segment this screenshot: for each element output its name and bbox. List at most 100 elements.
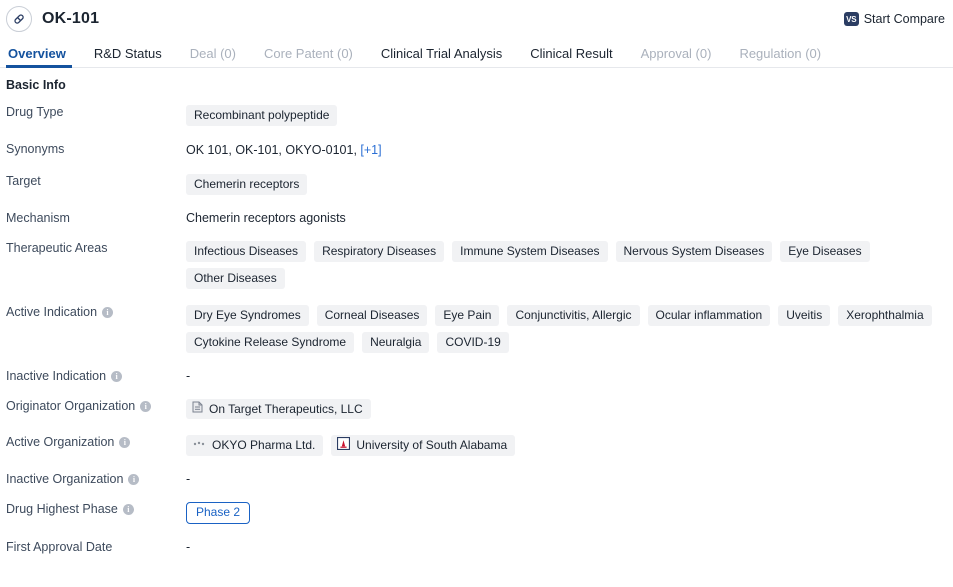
info-icon[interactable]: i <box>122 503 134 515</box>
label-text: First Approval Date <box>6 540 113 554</box>
value-originator-organization: On Target Therapeutics, LLC <box>186 397 953 419</box>
label-text: Mechanism <box>6 211 70 225</box>
tag-item[interactable]: Chemerin receptors <box>186 174 308 195</box>
org-list-originator: On Target Therapeutics, LLC <box>186 399 953 419</box>
tag-list-target: Chemerin receptors <box>186 174 953 195</box>
value-inactive-indication: - <box>186 369 191 383</box>
org-list-active: OKYO Pharma Ltd. University of South Ala… <box>186 435 953 456</box>
page-header: OK-101 VS Start Compare <box>0 0 953 38</box>
tag-item[interactable]: Uveitis <box>778 305 831 326</box>
tag-item[interactable]: Ocular inflammation <box>647 305 771 326</box>
value-target: Chemerin receptors <box>186 172 953 195</box>
info-icon[interactable]: i <box>111 370 123 382</box>
org-name: OKYO Pharma Ltd. <box>212 438 316 452</box>
usa-crest-logo-icon <box>337 436 351 453</box>
tag-item[interactable]: Conjunctivitis, Allergic <box>507 305 640 326</box>
tag-item[interactable]: Eye Diseases <box>780 241 870 262</box>
value-synonyms: OK 101, OK-101, OKYO-0101, [+1] <box>186 140 953 158</box>
row-therapeutic-areas: Therapeutic Areas Infectious Diseases Re… <box>0 239 953 289</box>
value-drug-highest-phase: Phase 2 <box>186 500 953 524</box>
label-mechanism: Mechanism <box>6 209 186 225</box>
row-mechanism: Mechanism Chemerin receptors agonists <box>0 209 953 225</box>
tab-bar: Overview R&D Status Deal (0) Core Patent… <box>0 38 953 68</box>
label-text: Active Indication <box>6 305 98 319</box>
info-icon[interactable]: i <box>119 436 131 448</box>
value-active-organization: OKYO Pharma Ltd. University of South Ala… <box>186 433 953 456</box>
label-text: Active Organization <box>6 435 115 449</box>
tab-approval[interactable]: Approval (0) <box>627 46 726 68</box>
org-item[interactable]: On Target Therapeutics, LLC <box>186 399 371 419</box>
value-inactive-organization: - <box>186 472 191 486</box>
value-drug-type: Recombinant polypeptide <box>186 103 953 126</box>
row-first-approval-date: First Approval Date - <box>0 538 953 554</box>
row-inactive-organization: Inactive Organization i - <box>0 470 953 486</box>
tab-deal[interactable]: Deal (0) <box>176 46 250 68</box>
tag-item[interactable]: Other Diseases <box>186 268 285 289</box>
start-compare-label: Start Compare <box>863 12 945 26</box>
start-compare-button[interactable]: VS Start Compare <box>843 12 945 26</box>
label-text: Originator Organization <box>6 399 136 413</box>
tag-item[interactable]: Respiratory Diseases <box>314 241 445 262</box>
row-drug-type: Drug Type Recombinant polypeptide <box>0 103 953 126</box>
label-inactive-organization: Inactive Organization i <box>6 470 186 486</box>
info-icon[interactable]: i <box>102 306 114 318</box>
org-name: University of South Alabama <box>356 438 508 452</box>
value-active-indication: Dry Eye Syndromes Corneal Diseases Eye P… <box>186 303 953 353</box>
label-text: Inactive Indication <box>6 369 107 383</box>
row-inactive-indication: Inactive Indication i - <box>0 367 953 383</box>
tag-item[interactable]: Corneal Diseases <box>316 305 428 326</box>
tab-regulation[interactable]: Regulation (0) <box>725 46 835 68</box>
tag-item[interactable]: Eye Pain <box>435 305 500 326</box>
info-icon[interactable]: i <box>128 473 140 485</box>
page-title: OK-101 <box>42 10 100 27</box>
label-target: Target <box>6 172 186 188</box>
value-therapeutic-areas: Infectious Diseases Respiratory Diseases… <box>186 239 953 289</box>
org-item[interactable]: OKYO Pharma Ltd. <box>186 435 324 456</box>
label-text: Therapeutic Areas <box>6 241 108 255</box>
label-text: Synonyms <box>6 142 65 156</box>
label-drug-highest-phase: Drug Highest Phase i <box>6 500 186 516</box>
tag-item[interactable]: Recombinant polypeptide <box>186 105 338 126</box>
label-active-organization: Active Organization i <box>6 433 186 449</box>
label-therapeutic-areas: Therapeutic Areas <box>6 239 186 255</box>
document-logo-icon <box>192 401 203 416</box>
phase-badge[interactable]: Phase 2 <box>186 502 251 524</box>
label-text: Inactive Organization <box>6 472 124 486</box>
tab-clinical-trial-analysis[interactable]: Clinical Trial Analysis <box>367 46 516 68</box>
row-active-indication: Active Indication i Dry Eye Syndromes Co… <box>0 303 953 353</box>
tag-item[interactable]: Cytokine Release Syndrome <box>186 332 355 353</box>
overview-content: Basic Info Drug Type Recombinant polypep… <box>0 68 953 554</box>
tag-item[interactable]: Dry Eye Syndromes <box>186 305 309 326</box>
row-synonyms: Synonyms OK 101, OK-101, OKYO-0101, [+1] <box>0 140 953 158</box>
tab-clinical-result[interactable]: Clinical Result <box>516 46 626 68</box>
tag-item[interactable]: Xerophthalmia <box>838 305 932 326</box>
row-drug-highest-phase: Drug Highest Phase i Phase 2 <box>0 500 953 524</box>
row-target: Target Chemerin receptors <box>0 172 953 195</box>
org-item[interactable]: University of South Alabama <box>331 435 516 456</box>
tag-item[interactable]: Immune System Diseases <box>452 241 608 262</box>
value-first-approval-date: - <box>186 540 191 554</box>
row-originator-organization: Originator Organization i On Target Ther… <box>0 397 953 419</box>
label-first-approval-date: First Approval Date <box>6 538 186 554</box>
label-text: Target <box>6 174 41 188</box>
synonyms-text: OK 101, OK-101, OKYO-0101, <box>186 143 361 157</box>
tag-item[interactable]: Neuralgia <box>362 332 430 353</box>
label-synonyms: Synonyms <box>6 140 186 156</box>
label-inactive-indication: Inactive Indication i <box>6 367 186 383</box>
label-text: Drug Type <box>6 105 64 119</box>
synonyms-more-link[interactable]: [+1] <box>360 143 381 157</box>
tag-item[interactable]: Nervous System Diseases <box>615 241 773 262</box>
vs-badge-icon: VS <box>843 12 859 26</box>
tab-rd-status[interactable]: R&D Status <box>80 46 176 68</box>
org-name: On Target Therapeutics, LLC <box>209 401 363 416</box>
tag-list-therapeutic-areas: Infectious Diseases Respiratory Diseases… <box>186 241 953 289</box>
label-text: Drug Highest Phase <box>6 502 118 516</box>
tag-item[interactable]: Infectious Diseases <box>186 241 307 262</box>
row-active-organization: Active Organization i OKYO Pharma Ltd. U… <box>0 433 953 456</box>
tab-core-patent[interactable]: Core Patent (0) <box>250 46 367 68</box>
tag-item[interactable]: COVID-19 <box>437 332 509 353</box>
info-icon[interactable]: i <box>140 400 152 412</box>
value-mechanism: Chemerin receptors agonists <box>186 211 346 225</box>
section-title-basic-info: Basic Info <box>6 78 66 92</box>
tab-overview[interactable]: Overview <box>6 46 80 68</box>
